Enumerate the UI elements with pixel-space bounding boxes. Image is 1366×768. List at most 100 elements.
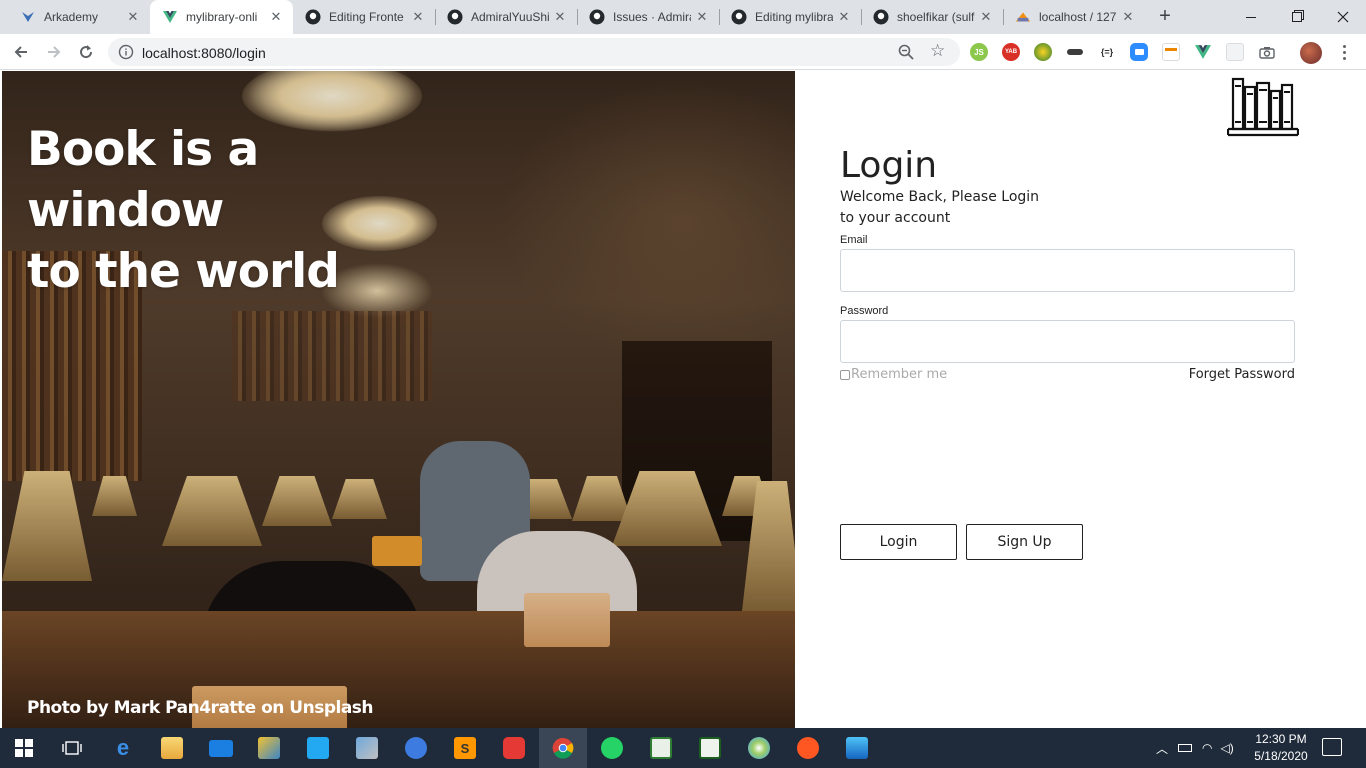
zoom-icon[interactable] bbox=[898, 44, 914, 60]
minimize-icon bbox=[1246, 16, 1256, 18]
file-explorer-button[interactable] bbox=[148, 728, 196, 768]
photos-icon bbox=[846, 737, 868, 759]
json-ext-icon[interactable]: {=} bbox=[1098, 43, 1116, 61]
whatsapp-icon bbox=[601, 737, 623, 759]
library-books-icon bbox=[1227, 77, 1299, 137]
start-button[interactable] bbox=[0, 728, 48, 768]
sublime-button[interactable]: S bbox=[441, 728, 489, 768]
whatsapp-button[interactable] bbox=[588, 728, 636, 768]
page-content: Book is a window to the world Photo by M… bbox=[0, 71, 1366, 728]
url-text[interactable]: localhost:8080/login bbox=[142, 45, 266, 61]
new-tab-button[interactable]: + bbox=[1153, 5, 1177, 29]
tab-admiralyuushi[interactable]: AdmiralYuuShi ✕ bbox=[435, 0, 577, 34]
network-app-button[interactable] bbox=[245, 728, 293, 768]
photos-button[interactable] bbox=[833, 728, 881, 768]
grid-ext-icon[interactable] bbox=[1226, 43, 1244, 61]
remember-me[interactable]: Remember me bbox=[840, 367, 947, 382]
task-view-icon bbox=[62, 741, 82, 755]
arkademy-icon bbox=[20, 9, 36, 25]
info-icon[interactable] bbox=[118, 44, 134, 60]
vscode-button[interactable] bbox=[294, 728, 342, 768]
text-editor-button[interactable] bbox=[637, 728, 685, 768]
windows-taskbar: e S ︿ ◠ ◁) 12:30 PM 5/18/2020 bbox=[0, 728, 1366, 768]
edge-button[interactable]: e bbox=[99, 728, 147, 768]
reload-button[interactable] bbox=[74, 40, 98, 64]
remember-me-label[interactable]: Remember me bbox=[851, 367, 947, 382]
taskbar-clock[interactable]: 12:30 PM 5/18/2020 bbox=[1248, 731, 1314, 765]
clock-date: 5/18/2020 bbox=[1254, 749, 1308, 763]
tab-shoelfikar[interactable]: shoelfikar (sulf ✕ bbox=[861, 0, 1003, 34]
tab-editing-mylibrary[interactable]: Editing mylibra ✕ bbox=[719, 0, 861, 34]
menu-dot-icon bbox=[1342, 50, 1346, 54]
zoom-meeting-ext-icon[interactable] bbox=[1130, 43, 1148, 61]
text-editor-icon bbox=[650, 737, 672, 759]
close-window-button[interactable] bbox=[1320, 0, 1366, 34]
forward-arrow-icon bbox=[48, 46, 61, 58]
action-center-icon[interactable] bbox=[1322, 738, 1342, 756]
restore-icon bbox=[1292, 12, 1302, 22]
chrome-menu-button[interactable] bbox=[1336, 43, 1352, 61]
remote-desktop-button[interactable] bbox=[343, 728, 391, 768]
remote-desktop-icon bbox=[356, 737, 378, 759]
app-circle-button[interactable] bbox=[392, 728, 440, 768]
password-field[interactable] bbox=[840, 320, 1295, 363]
close-icon[interactable]: ✕ bbox=[837, 9, 851, 25]
brush-button[interactable] bbox=[784, 728, 832, 768]
mail-button[interactable] bbox=[197, 728, 245, 768]
clock-time: 12:30 PM bbox=[1255, 732, 1307, 746]
wifi-icon[interactable]: ◠ bbox=[1202, 741, 1212, 755]
paint-icon bbox=[748, 737, 770, 759]
close-icon[interactable]: ✕ bbox=[269, 9, 283, 25]
battery-icon[interactable] bbox=[1178, 744, 1193, 752]
nodejs-ext-icon[interactable]: JS bbox=[970, 43, 988, 61]
forget-password-link[interactable]: Forget Password bbox=[1189, 367, 1295, 382]
bookmark-star-icon[interactable]: ☆ bbox=[930, 42, 945, 60]
close-icon[interactable]: ✕ bbox=[553, 9, 567, 25]
task-view-button[interactable] bbox=[48, 728, 96, 768]
signup-button[interactable]: Sign Up bbox=[966, 524, 1083, 560]
restore-button[interactable] bbox=[1274, 0, 1320, 34]
login-panel: Login Welcome Back, Please Login to your… bbox=[795, 71, 1366, 728]
mail-icon bbox=[209, 739, 233, 757]
chrome-button[interactable] bbox=[539, 728, 587, 768]
login-button[interactable]: Login bbox=[840, 524, 957, 560]
tray-chevron-icon[interactable]: ︿ bbox=[1156, 740, 1168, 757]
minimize-button[interactable] bbox=[1228, 0, 1274, 34]
back-button[interactable] bbox=[9, 40, 33, 64]
tab-mylibrary[interactable]: mylibrary-onli ✕ bbox=[150, 0, 293, 34]
tab-arkademy[interactable]: Arkademy ✕ bbox=[8, 0, 150, 34]
globe-ext-icon[interactable] bbox=[1034, 43, 1052, 61]
forward-button[interactable] bbox=[42, 40, 66, 64]
tab-issues[interactable]: Issues · Admira ✕ bbox=[577, 0, 719, 34]
yab-ext-icon[interactable]: YAB bbox=[1002, 43, 1020, 61]
vue-devtools-ext-icon[interactable] bbox=[1194, 43, 1212, 61]
profile-avatar[interactable] bbox=[1300, 42, 1322, 64]
close-icon[interactable]: ✕ bbox=[411, 9, 425, 25]
brush-icon bbox=[797, 737, 819, 759]
vue-icon bbox=[162, 9, 178, 25]
address-bar[interactable]: localhost:8080/login ☆ bbox=[108, 38, 960, 66]
tab-title: Arkademy bbox=[44, 10, 99, 24]
mask-ext-icon[interactable] bbox=[1066, 43, 1084, 61]
tab-phpmyadmin[interactable]: localhost / 127 ✕ bbox=[1003, 0, 1145, 34]
reload-icon bbox=[80, 45, 93, 59]
email-field[interactable] bbox=[840, 249, 1295, 292]
close-icon[interactable]: ✕ bbox=[126, 9, 140, 25]
close-icon[interactable]: ✕ bbox=[979, 9, 993, 25]
tab-editing-frontend[interactable]: Editing Fronte ✕ bbox=[293, 0, 435, 34]
back-arrow-icon bbox=[14, 46, 27, 58]
camera-ext-icon[interactable] bbox=[1258, 43, 1276, 61]
hero-image: Book is a window to the world Photo by M… bbox=[2, 71, 795, 728]
notepad-button[interactable] bbox=[686, 728, 734, 768]
paint-button[interactable] bbox=[735, 728, 783, 768]
remember-me-checkbox[interactable] bbox=[840, 369, 850, 380]
calendar-ext-icon[interactable] bbox=[1162, 43, 1180, 61]
volume-icon[interactable]: ◁) bbox=[1221, 741, 1234, 755]
login-subtitle-line: to your account bbox=[840, 210, 951, 226]
password-label: Password bbox=[840, 305, 889, 317]
close-icon[interactable]: ✕ bbox=[695, 9, 709, 25]
login-title: Login bbox=[840, 145, 938, 186]
github-icon bbox=[305, 9, 321, 25]
game-button[interactable] bbox=[490, 728, 538, 768]
close-icon[interactable]: ✕ bbox=[1121, 9, 1135, 25]
